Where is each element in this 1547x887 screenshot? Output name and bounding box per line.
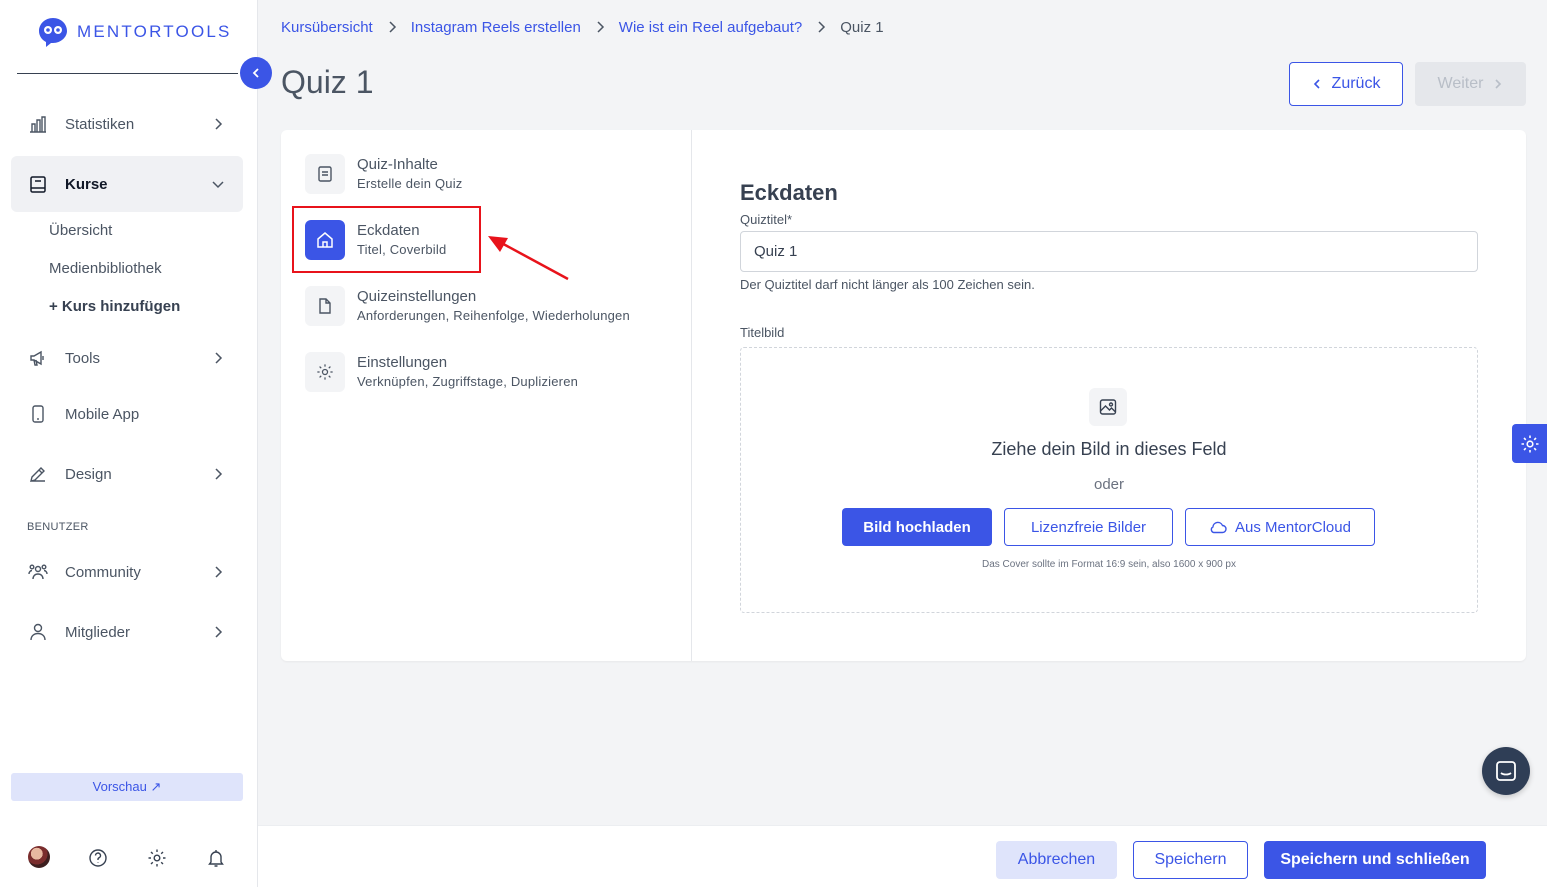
nav-community[interactable]: Community xyxy=(11,544,243,600)
chevron-left-icon xyxy=(252,68,259,78)
step-subtitle: Anforderungen, Reihenfolge, Wiederholung… xyxy=(357,308,630,323)
chat-icon xyxy=(1496,761,1516,781)
chevron-right-icon xyxy=(816,20,826,34)
step-subtitle: Verknüpfen, Zugriffstage, Duplizieren xyxy=(357,374,579,389)
nav-label: Community xyxy=(65,563,141,581)
chevron-right-icon xyxy=(211,625,225,639)
breadcrumb: Kursübersicht Instagram Reels erstellen … xyxy=(281,17,884,37)
chevron-right-icon xyxy=(211,117,225,131)
save-and-close-button[interactable]: Speichern und schließen xyxy=(1264,841,1486,879)
megaphone-icon xyxy=(28,348,48,368)
image-icon xyxy=(1089,388,1127,426)
back-button-label: Zurück xyxy=(1331,75,1381,92)
nav-kurse[interactable]: Kurse xyxy=(11,156,243,212)
gear-icon xyxy=(1521,435,1538,452)
nav-label: Kurse xyxy=(65,175,108,193)
divider xyxy=(691,130,692,661)
arrow-annotation-icon xyxy=(488,236,569,281)
cloud-icon xyxy=(1210,521,1227,534)
breadcrumb-link[interactable]: Wie ist ein Reel aufgebaut? xyxy=(619,19,802,36)
step-title: Quiz-Inhalte xyxy=(357,156,438,173)
free-images-button[interactable]: Lizenzfreie Bilder xyxy=(1004,508,1173,546)
chevron-right-icon xyxy=(211,565,225,579)
nav-label: Mobile App xyxy=(65,405,140,423)
chevron-right-icon xyxy=(595,20,605,34)
breadcrumb-link[interactable]: Instagram Reels erstellen xyxy=(411,19,581,36)
step-einstellungen[interactable]: Einstellungen Verknüpfen, Zugriffstage, … xyxy=(305,352,578,392)
user-icon xyxy=(28,622,48,642)
dropzone-or: oder xyxy=(1093,476,1125,493)
nav-label: Mitglieder xyxy=(65,623,131,641)
quiz-title-label: Quiztitel* xyxy=(740,212,793,227)
sidebar-footer xyxy=(0,846,258,872)
section-label-benutzer: BENUTZER xyxy=(27,521,89,533)
collapse-sidebar-button[interactable] xyxy=(240,57,272,89)
document-list-icon xyxy=(305,154,345,194)
chevron-right-icon xyxy=(1495,79,1502,89)
file-icon xyxy=(305,286,345,326)
chat-support-button[interactable] xyxy=(1482,747,1530,795)
nav-label: Design xyxy=(65,465,112,483)
preview-button[interactable]: Vorschau ↗ xyxy=(11,773,243,801)
nav-tools[interactable]: Tools xyxy=(11,330,243,386)
nav-mitglieder[interactable]: Mitglieder xyxy=(11,604,243,660)
bar-chart-icon xyxy=(28,114,48,134)
step-subtitle: Erstelle dein Quiz xyxy=(357,176,463,191)
sub-item-kurs-hinzufuegen[interactable]: + Kurs hinzufügen xyxy=(49,298,180,315)
quiz-title-hint: Der Quiztitel darf nicht länger als 100 … xyxy=(740,277,1035,292)
divider xyxy=(17,73,238,74)
nav-statistiken[interactable]: Statistiken xyxy=(11,96,243,152)
chevron-right-icon xyxy=(387,20,397,34)
step-quiz-inhalte[interactable]: Quiz-Inhalte Erstelle dein Quiz xyxy=(305,154,462,194)
cancel-button[interactable]: Abbrechen xyxy=(996,841,1117,879)
quiz-title-input[interactable] xyxy=(740,231,1478,272)
chevron-down-icon xyxy=(211,177,225,191)
avatar[interactable] xyxy=(28,846,50,868)
next-button[interactable]: Weiter xyxy=(1415,62,1526,106)
mentorcloud-button-label: Aus MentorCloud xyxy=(1235,518,1351,536)
back-button[interactable]: Zurück xyxy=(1289,62,1403,106)
dropzone-title: Ziehe dein Bild in dieses Feld xyxy=(991,439,1227,459)
form-heading: Eckdaten xyxy=(740,180,838,205)
cover-image-label: Titelbild xyxy=(740,325,785,340)
settings-tab-button[interactable] xyxy=(1512,424,1547,463)
save-button[interactable]: Speichern xyxy=(1133,841,1248,879)
cover-format-note: Das Cover sollte im Format 16:9 sein, al… xyxy=(981,559,1236,570)
sidebar: MENTORTOOLS Statistiken Kurse Übersicht … xyxy=(0,0,258,887)
phone-icon xyxy=(28,404,48,424)
logo-text: MENTORTOOLS xyxy=(77,22,232,41)
nav-label: Tools xyxy=(65,349,101,367)
nav-design[interactable]: Design xyxy=(11,446,243,502)
next-button-label: Weiter xyxy=(1437,75,1484,92)
mentorcloud-button[interactable]: Aus MentorCloud xyxy=(1185,508,1375,546)
chevron-left-icon xyxy=(1313,79,1320,89)
help-icon[interactable] xyxy=(86,846,110,870)
step-title: Einstellungen xyxy=(357,354,448,371)
users-icon xyxy=(28,562,48,582)
page-title: Quiz 1 xyxy=(281,64,374,100)
highlight-annotation-box xyxy=(292,206,481,273)
sub-item-medienbibliothek[interactable]: Medienbibliothek xyxy=(49,260,162,277)
chevron-right-icon xyxy=(211,467,225,481)
breadcrumb-link[interactable]: Kursübersicht xyxy=(281,19,373,36)
chevron-right-icon xyxy=(211,351,225,365)
nav-mobile-app[interactable]: Mobile App xyxy=(11,386,243,442)
logo[interactable]: MENTORTOOLS xyxy=(37,16,232,48)
sub-item-uebersicht[interactable]: Übersicht xyxy=(49,222,112,239)
bell-icon[interactable] xyxy=(204,846,228,870)
gear-icon xyxy=(305,352,345,392)
mentortools-logo-icon xyxy=(39,18,67,47)
upload-image-button[interactable]: Bild hochladen xyxy=(842,508,992,546)
settings-gear-icon[interactable] xyxy=(145,846,169,870)
book-icon xyxy=(28,174,48,194)
nav-label: Statistiken xyxy=(65,115,135,133)
breadcrumb-current: Quiz 1 xyxy=(840,18,884,36)
pencil-icon xyxy=(28,464,48,484)
step-quizeinstellungen[interactable]: Quizeinstellungen Anforderungen, Reihenf… xyxy=(305,286,630,326)
step-title: Quizeinstellungen xyxy=(357,288,477,305)
